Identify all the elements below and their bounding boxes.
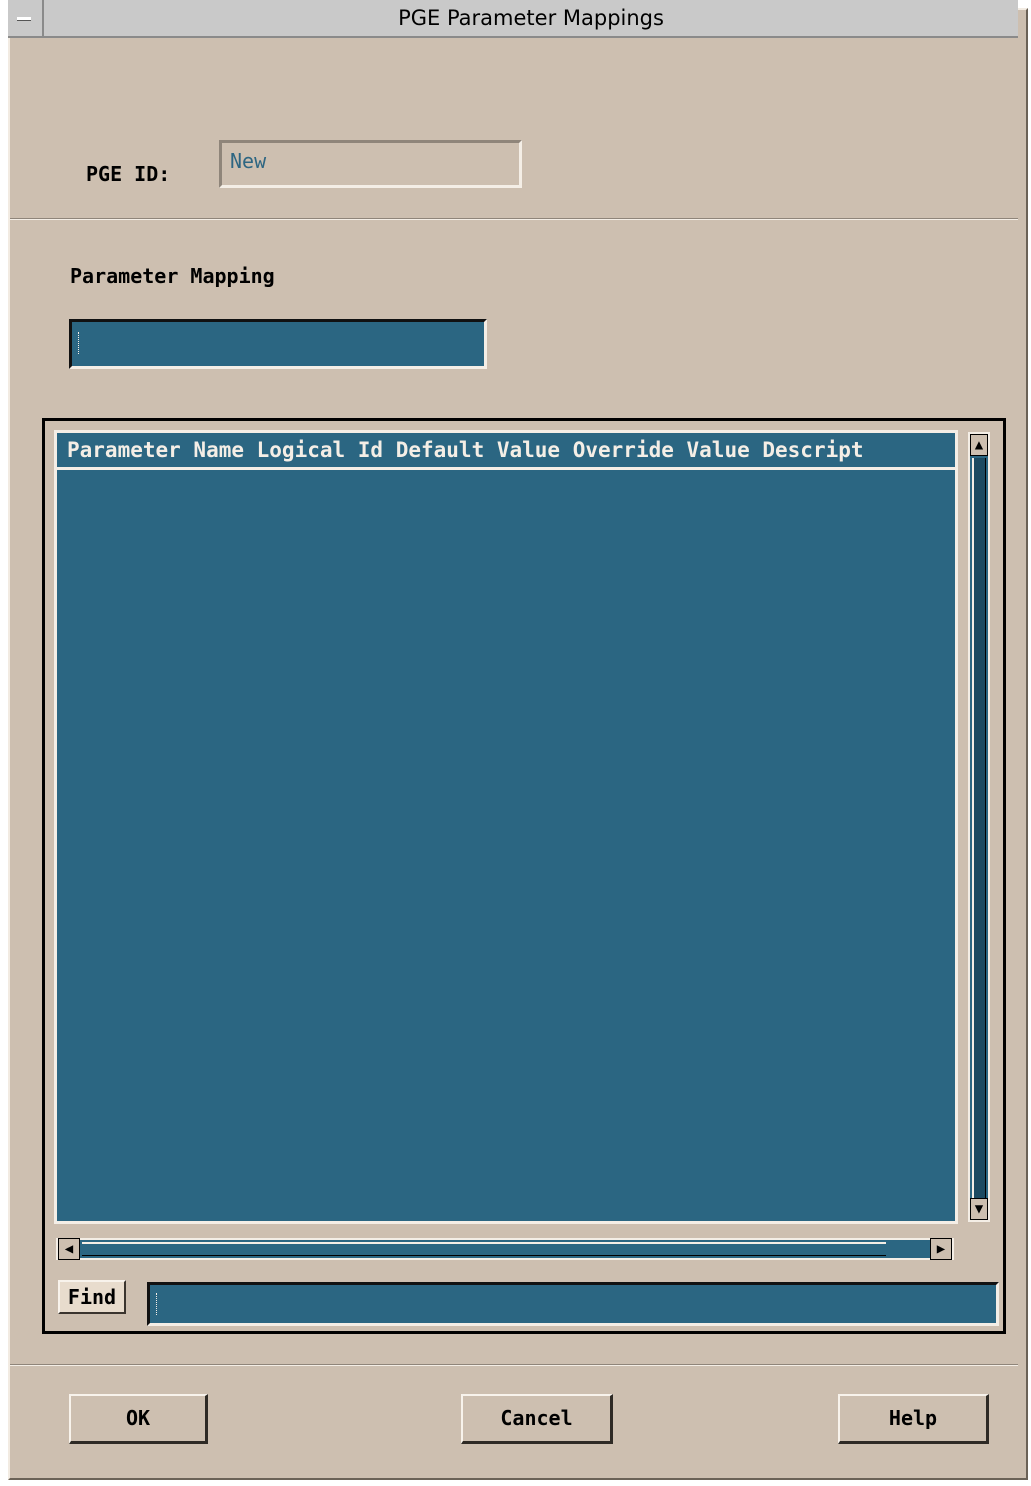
scroll-right-icon[interactable]: ▶ (930, 1238, 952, 1260)
parameter-mapping-input[interactable] (69, 319, 487, 369)
parameter-mapping-label: Parameter Mapping (70, 264, 275, 288)
text-cursor (78, 332, 80, 354)
pge-id-label: PGE ID: (86, 162, 171, 186)
separator-top (10, 218, 1018, 220)
ok-button[interactable]: OK (69, 1394, 208, 1444)
scroll-up-icon[interactable]: ▲ (970, 434, 988, 456)
horizontal-scroll-thumb[interactable] (82, 1242, 886, 1256)
window-menu-button[interactable] (8, 0, 44, 36)
horizontal-scrollbar[interactable]: ◀ ▶ (56, 1238, 954, 1260)
window-title: PGE Parameter Mappings (398, 6, 664, 30)
help-button[interactable]: Help (838, 1394, 989, 1444)
title-bar[interactable]: PGE Parameter Mappings (8, 0, 1018, 38)
scroll-down-icon[interactable]: ▼ (970, 1198, 988, 1220)
find-button[interactable]: Find (58, 1280, 126, 1314)
vertical-scrollbar[interactable]: ▲ ▼ (968, 432, 990, 1222)
text-cursor (156, 1293, 158, 1315)
separator-bottom (10, 1364, 1018, 1366)
cancel-button[interactable]: Cancel (461, 1394, 613, 1444)
pge-id-field: New (219, 140, 522, 188)
find-input[interactable] (147, 1282, 999, 1326)
list-column-headers: Parameter Name Logical Id Default Value … (57, 433, 955, 470)
vertical-scroll-thumb[interactable] (972, 458, 986, 1198)
minus-icon (17, 17, 31, 21)
parameter-list[interactable]: Parameter Name Logical Id Default Value … (54, 430, 958, 1224)
scroll-left-icon[interactable]: ◀ (58, 1238, 80, 1260)
